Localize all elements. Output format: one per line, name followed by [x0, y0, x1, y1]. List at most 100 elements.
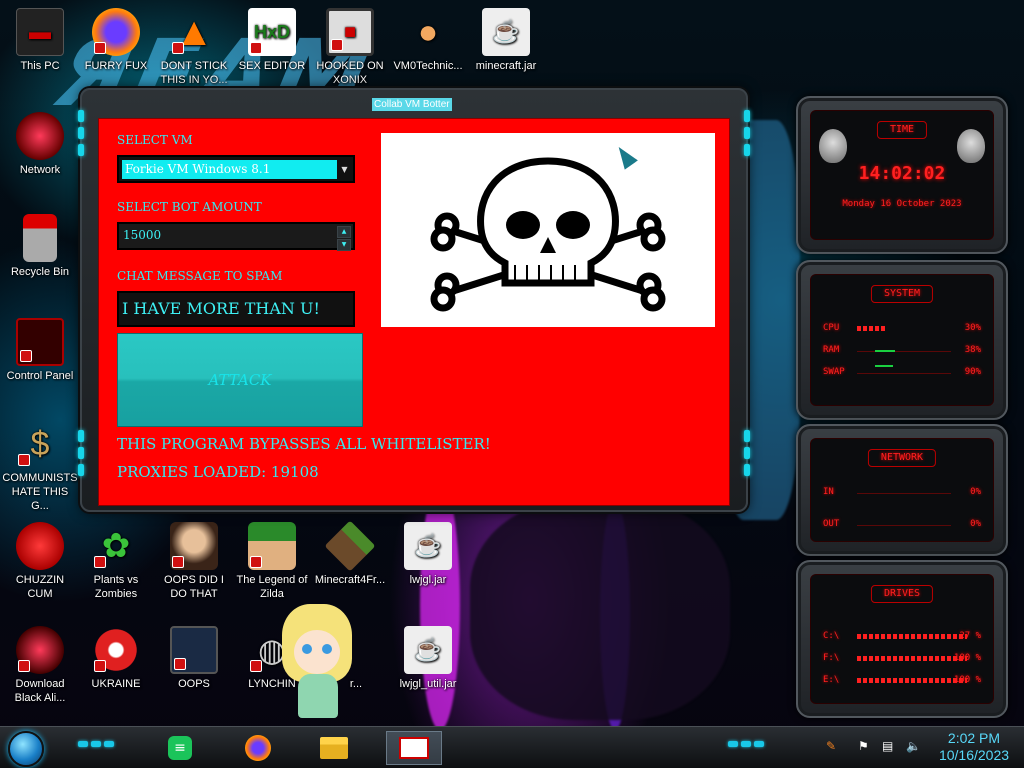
network-gadget[interactable]: NETWORK IN 0% OUT 0%	[796, 424, 1008, 556]
desktop-icon-label: SEX EDITOR	[238, 60, 306, 72]
desktop-icon-label: minecraft.jar	[475, 60, 537, 72]
recycle-bin-icon	[23, 214, 57, 262]
time-gadget-date: Monday 16 October 2023	[842, 199, 962, 209]
desktop-icon-download-black-alien[interactable]: Download Black Ali...	[2, 626, 78, 705]
network-in-row: IN 0%	[823, 487, 981, 499]
taskbar-firefox-button[interactable]	[238, 731, 278, 765]
desktop-icon-network[interactable]: Network	[2, 112, 78, 177]
tray-app-icon[interactable]: ✎	[826, 739, 836, 753]
network-status-icon[interactable]: ▤	[882, 739, 893, 753]
chat-message-label: CHAT MESSAGE TO SPAM	[117, 269, 283, 283]
desktop-icon-lwjgl-jar[interactable]: ☕ lwjgl.jar	[390, 522, 466, 587]
network-out-label: OUT	[823, 519, 840, 529]
desktop-icon-lwjgl-util-jar[interactable]: ☕ lwjgl_util.jar	[390, 626, 466, 691]
network-gadget-title: NETWORK	[867, 449, 937, 467]
control-panel-icon	[16, 318, 64, 366]
time-gadget-screen: TIME 14:02:02 Monday 16 October 2023	[810, 110, 994, 240]
drive-e-usage-value: 100 %	[953, 675, 981, 685]
desktop-icon-label: OOPS	[178, 678, 210, 690]
desktop-icon-control-panel[interactable]: Control Panel	[2, 318, 78, 383]
xonix-icon: ■	[326, 8, 374, 56]
desktop-icon-label: Plants vs Zombies	[93, 574, 139, 600]
volume-icon[interactable]: 🔈	[906, 739, 921, 753]
drive-f-usage-bar	[857, 656, 967, 661]
time-gadget[interactable]: TIME 14:02:02 Monday 16 October 2023	[796, 96, 1008, 254]
bot-amount-stepper[interactable]: 15000 ▲ ▼	[117, 222, 355, 251]
taskbar: ≡ ✎ ⚑ ▤ 🔈 2:02 PM 10/16/2023	[0, 726, 1024, 768]
taskbar-file-explorer-button[interactable]	[314, 731, 354, 765]
desktop-icon-label: COMMUNISTS HATE THIS G...	[2, 472, 78, 512]
skull-image-panel	[381, 133, 715, 327]
system-gadget-title: SYSTEM	[870, 285, 934, 303]
chat-message-input[interactable]: I HAVE MORE THAN U!	[117, 291, 355, 327]
taskbar-clock[interactable]: 2:02 PM 10/16/2023	[934, 730, 1014, 764]
desktop-icon-legend-of-zilda[interactable]: The Legend of Zilda	[234, 522, 310, 601]
collab-vm-botter-window[interactable]: Collab VM Botter SELECT VM Forkie VM Win…	[78, 88, 750, 512]
desktop-icon-minecraft-jar[interactable]: ☕ minecraft.jar	[468, 8, 544, 73]
file-explorer-icon	[320, 737, 348, 759]
window-title[interactable]: Collab VM Botter	[372, 98, 452, 111]
alien-head-icon	[957, 129, 985, 163]
drives-gadget-title: DRIVES	[870, 585, 934, 603]
desktop-icon-ukraine[interactable]: UKRAINE	[78, 626, 154, 691]
network-out-graph	[857, 525, 951, 526]
drive-e-row: E:\ 100 %	[823, 675, 981, 687]
taskbar-lights-left	[78, 741, 114, 747]
vm-select-value: Forkie VM Windows 8.1	[122, 160, 337, 179]
attack-button[interactable]: ATTACK	[117, 333, 363, 427]
desktop-icon-dont-stick[interactable]: ▲ DONT STICK THIS IN YO...	[156, 8, 232, 87]
flag-icon[interactable]: ⚑	[858, 739, 869, 753]
bot-amount-value[interactable]: 15000	[123, 228, 161, 242]
taskbar-lights-right	[728, 741, 764, 747]
network-in-value: 0%	[970, 487, 981, 497]
desktop-icon-plants-vs-zombies[interactable]: ✿ Plants vs Zombies	[78, 522, 154, 601]
desktop-icon-label: lwjgl.jar	[409, 574, 447, 586]
system-gadget[interactable]: SYSTEM CPU 30% RAM 38% SWAP 90%	[796, 260, 1008, 420]
desktop-icon-vm0technic[interactable]: ● VM0Technic...	[390, 8, 466, 73]
decrement-arrow-icon[interactable]: ▼	[337, 239, 351, 251]
doctor-icon: ●	[417, 13, 439, 51]
drive-f-usage-value: 100 %	[953, 653, 981, 663]
radiation-icon	[92, 626, 140, 674]
desktop-icon-this-pc[interactable]: ▬ This PC	[2, 8, 78, 73]
chuzzle-icon	[16, 522, 64, 570]
drives-gadget[interactable]: DRIVES C:\ 27 % F:\ 100 % E:\ 100 %	[796, 560, 1008, 718]
chevron-down-icon[interactable]: ▼	[338, 160, 351, 179]
desktop-icon-hooked-on-xonix[interactable]: ■ HOOKED ON XONIX	[312, 8, 388, 87]
taskbar-botter-app-button[interactable]	[386, 731, 442, 765]
desktop-icon-label: This PC	[20, 60, 60, 72]
desktop-icon-oops[interactable]: OOPS	[156, 626, 232, 691]
network-out-value: 0%	[970, 519, 981, 529]
increment-arrow-icon[interactable]: ▲	[337, 226, 351, 238]
ram-graph	[857, 351, 951, 352]
cpu-usage-value: 30%	[964, 323, 981, 333]
desktop-icon-furry-fux[interactable]: FURRY FUX	[78, 8, 154, 73]
desktop-icon-label: FURRY FUX	[84, 60, 148, 72]
desktop-icon-recycle-bin[interactable]: Recycle Bin	[2, 214, 78, 279]
oops-icon	[170, 626, 218, 674]
swap-usage-row: SWAP 90%	[823, 365, 981, 379]
start-orb-button[interactable]	[8, 731, 44, 767]
cpu-label: CPU	[823, 323, 840, 333]
time-gadget-clock: 14:02:02	[858, 163, 946, 184]
network-orb-icon	[16, 112, 64, 160]
desktop-icon-minecraft4fr[interactable]: Minecraft4Fr...	[312, 520, 388, 587]
desktop-icon-label: OOPS DID I DO THAT	[164, 574, 224, 600]
desktop-icon-communists[interactable]: $ COMMUNISTS HATE THIS G...	[2, 420, 78, 513]
alien-head-icon	[819, 129, 847, 163]
desktop-icon-chuzzin-cum[interactable]: CHUZZIN CUM	[2, 522, 78, 601]
java-icon: ☕	[404, 522, 452, 570]
window-content: SELECT VM Forkie VM Windows 8.1 ▼ SELECT…	[98, 118, 730, 506]
vm-select-dropdown[interactable]: Forkie VM Windows 8.1 ▼	[117, 155, 355, 183]
taskbar-chat-app-button[interactable]: ≡	[160, 731, 200, 765]
taskbar-date: 10/16/2023	[938, 747, 1010, 763]
desktop-pet-character[interactable]	[272, 604, 362, 722]
computer-icon: ▬	[16, 8, 64, 56]
bypass-notice: THIS PROGRAM BYPASSES ALL WHITELISTER!	[117, 435, 491, 453]
desktop-icon-sex-editor[interactable]: HxD SEX EDITOR	[234, 8, 310, 73]
zelda-icon	[248, 522, 296, 570]
desktop-icon-oops-did-i[interactable]: OOPS DID I DO THAT	[156, 522, 232, 601]
bot-amount-label: SELECT BOT AMOUNT	[117, 200, 262, 214]
desktop-icon-label: HOOKED ON XONIX	[316, 60, 384, 86]
network-gadget-screen: NETWORK IN 0% OUT 0%	[810, 438, 994, 542]
